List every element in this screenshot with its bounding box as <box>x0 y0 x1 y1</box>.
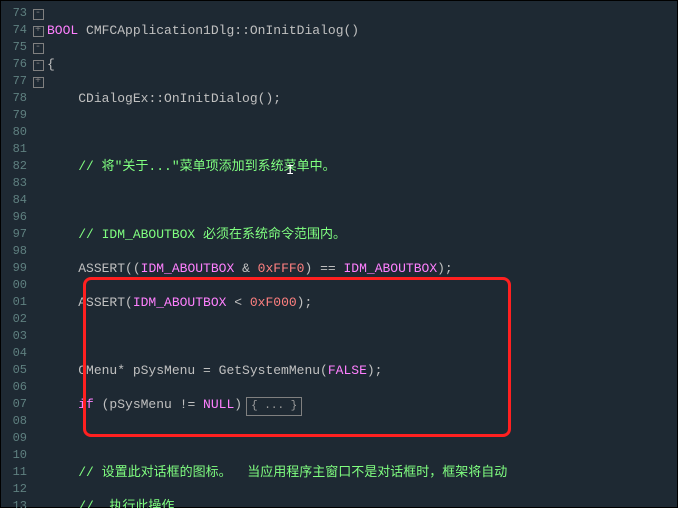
fold-minus-icon[interactable]: - <box>33 9 44 20</box>
comment: // 将"关于..."菜单项添加到系统菜单中。 <box>78 159 335 174</box>
code-editor[interactable]: 7374757677787980818283849697989900010203… <box>0 0 678 508</box>
folded-region[interactable]: { ... } <box>246 397 302 416</box>
comment: // 执行此操作 <box>78 499 174 508</box>
fold-plus-icon[interactable]: + <box>33 77 44 88</box>
line-number-gutter: 7374757677787980818283849697989900010203… <box>1 1 31 507</box>
code-area[interactable]: BOOL CMFCApplication1Dlg::OnInitDialog()… <box>45 1 677 507</box>
fold-gutter[interactable]: - + - - + <box>31 1 45 507</box>
fold-plus-icon[interactable]: + <box>33 26 44 37</box>
fold-minus-icon[interactable]: - <box>33 60 44 71</box>
comment: // 设置此对话框的图标。 当应用程序主窗口不是对话框时，框架将自动 <box>78 465 507 480</box>
fold-minus-icon[interactable]: - <box>33 43 44 54</box>
comment: // IDM_ABOUTBOX 必须在系统命令范围内。 <box>78 227 346 242</box>
keyword: BOOL <box>47 23 78 38</box>
